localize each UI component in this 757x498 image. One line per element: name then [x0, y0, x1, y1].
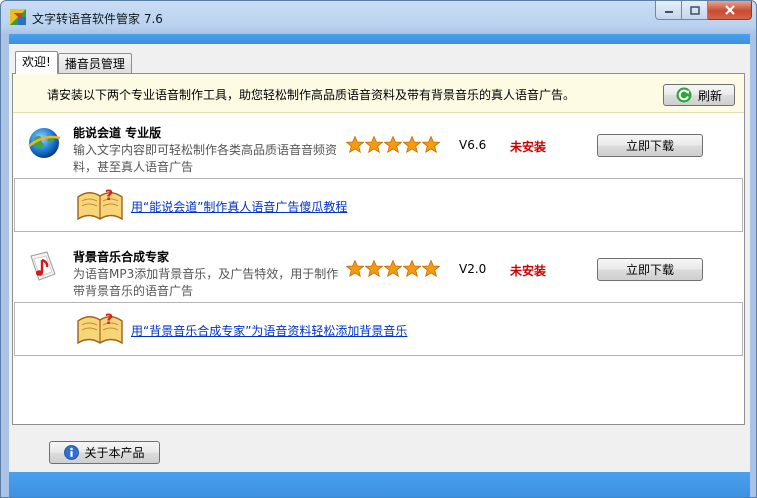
book-icon: ? [77, 188, 123, 221]
maximize-icon [689, 5, 700, 15]
minimize-icon [664, 11, 673, 13]
tutorial-box: ? 用“背景音乐合成专家”为语音资料轻松添加背景音乐 [14, 302, 743, 356]
app-logo-icon [10, 9, 26, 25]
tab-announcer-management[interactable]: 播音员管理 [57, 53, 132, 74]
refresh-label: 刷新 [697, 88, 722, 103]
client-area: 欢迎! 播音员管理 请安装以下两个专业语音制作工具，助您轻松制作高品质语音资料及… [9, 44, 750, 472]
svg-text:?: ? [105, 312, 113, 328]
product-card-nengshuohuidao: 能说会道 专业版 输入文字内容即可轻松制作各类高品质语音音频资料，甚至真人语音广… [13, 112, 744, 232]
close-button[interactable] [708, 1, 752, 20]
star-icon [422, 260, 440, 277]
product-version: V2.0 [459, 262, 487, 276]
maximize-button[interactable] [682, 1, 708, 20]
title-bar[interactable]: 文字转语音软件管家 7.6 [1, 1, 756, 34]
star-icon [422, 136, 440, 153]
tab-bar: 欢迎! 播音员管理 [15, 51, 132, 74]
info-icon [64, 445, 80, 460]
refresh-button[interactable]: 刷新 [663, 84, 735, 106]
star-icon [384, 260, 402, 277]
star-icon [403, 136, 421, 153]
product-name: 能说会道 专业版 [73, 126, 162, 140]
star-icon [365, 136, 383, 153]
close-icon [724, 5, 735, 15]
product-card-bgmusic: 背景音乐合成专家 为语音MP3添加背景音乐，及广告特效，用于制作带背景音乐的语音… [13, 236, 744, 356]
notice-text: 请安装以下两个专业语音制作工具，助您轻松制作高品质语音资料及带有背景音乐的真人语… [47, 88, 576, 102]
download-button[interactable]: 立即下载 [597, 258, 703, 281]
tutorial-link[interactable]: 用“能说会道”制作真人语音广告傻瓜教程 [131, 198, 347, 215]
star-icon [346, 260, 364, 277]
minimize-button[interactable] [655, 1, 682, 20]
product-version: V6.6 [459, 138, 487, 152]
product-description: 为语音MP3添加背景音乐，及广告特效，用于制作带背景音乐的语音广告 [73, 267, 339, 298]
status-bar [9, 472, 750, 497]
window-title: 文字转语音软件管家 7.6 [32, 12, 163, 26]
svg-text:?: ? [105, 188, 113, 204]
refresh-icon [676, 87, 692, 103]
star-rating [346, 136, 440, 153]
star-rating [346, 260, 440, 277]
tutorial-link[interactable]: 用“背景音乐合成专家”为语音资料轻松添加背景音乐 [131, 322, 407, 339]
tutorial-box: ? 用“能说会道”制作真人语音广告傻瓜教程 [14, 178, 743, 232]
about-label: 关于本产品 [84, 446, 145, 460]
star-icon [365, 260, 383, 277]
about-button[interactable]: 关于本产品 [49, 441, 160, 464]
globe-icon [28, 128, 61, 158]
install-status: 未安装 [510, 264, 547, 278]
product-name: 背景音乐合成专家 [73, 250, 170, 264]
app-window: 文字转语音软件管家 7.6 欢迎! 播音员管理 请安装以下两个专业语音制作工具，… [0, 0, 757, 498]
header-strip [9, 34, 750, 44]
welcome-panel: 请安装以下两个专业语音制作工具，助您轻松制作高品质语音资料及带有背景音乐的真人语… [12, 73, 745, 425]
download-button[interactable]: 立即下载 [597, 134, 703, 157]
tab-welcome[interactable]: 欢迎! [15, 51, 58, 74]
product-description: 输入文字内容即可轻松制作各类高品质语音音频资料，甚至真人语音广告 [73, 143, 338, 174]
music-note-icon [30, 251, 56, 281]
star-icon [403, 260, 421, 277]
star-icon [384, 136, 402, 153]
book-icon: ? [77, 312, 123, 345]
notice-bar: 请安装以下两个专业语音制作工具，助您轻松制作高品质语音资料及带有背景音乐的真人语… [13, 74, 744, 113]
install-status: 未安装 [510, 140, 547, 154]
star-icon [346, 136, 364, 153]
